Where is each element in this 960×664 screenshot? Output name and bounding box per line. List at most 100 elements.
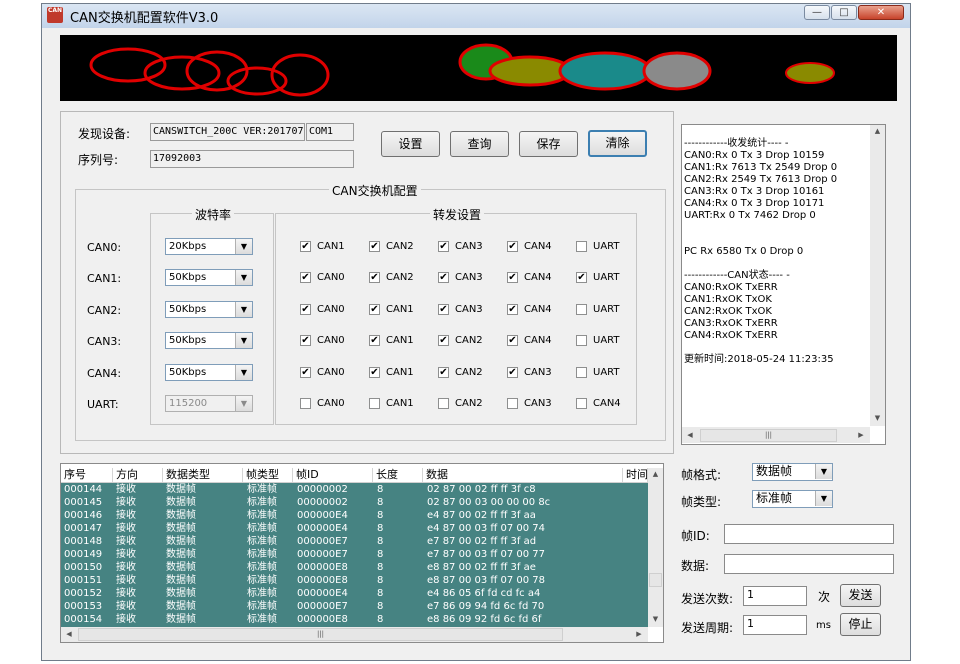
forward-checkbox[interactable] — [300, 398, 311, 409]
data-input[interactable] — [724, 554, 894, 574]
baud-rate-select[interactable]: 50Kbps ▼ — [165, 364, 253, 381]
send-count-input[interactable]: 1 — [743, 586, 807, 606]
chevron-down-icon[interactable]: ▼ — [235, 365, 252, 380]
stats-vertical-scrollbar[interactable] — [870, 125, 885, 426]
forward-checkbox[interactable]: ✔ — [438, 335, 449, 346]
forward-checkbox[interactable] — [576, 304, 587, 315]
column-header[interactable]: 数据类型 — [163, 468, 243, 482]
table-cell: 000000E8 — [297, 614, 348, 625]
chevron-down-icon[interactable]: ▼ — [235, 333, 252, 348]
status-banner — [60, 35, 897, 101]
list-scroll-left-icon[interactable]: ◀ — [63, 628, 75, 640]
table-cell: 000150 — [64, 562, 103, 573]
baud-rate-select[interactable]: 50Kbps ▼ — [165, 332, 253, 349]
table-row[interactable]: 000153 接收 数据帧 标准帧 000000E7 8 e7 86 09 94 fd 6c… — [61, 600, 645, 613]
frame-type-select[interactable]: 标准帧 ▼ — [752, 490, 833, 508]
table-cell: e8 87 00 02 ff ff 3f ae — [427, 562, 536, 573]
forward-checkbox[interactable]: ✔ — [369, 304, 380, 315]
forward-checkbox[interactable]: ✔ — [576, 272, 587, 283]
table-row[interactable]: 000144 接收 数据帧 标准帧 00000002 8 02 87 00 02 ff ff… — [61, 483, 645, 496]
column-header[interactable]: 方向 — [113, 468, 163, 482]
table-row[interactable]: 000150 接收 数据帧 标准帧 000000E8 8 e8 87 00 02 ff ff… — [61, 561, 645, 574]
table-row[interactable]: 000147 接收 数据帧 标准帧 000000E4 8 e4 87 00 03 ff 07… — [61, 522, 645, 535]
list-vertical-scrollbar[interactable] — [648, 468, 663, 627]
chevron-down-icon[interactable]: ▼ — [235, 270, 252, 285]
chevron-down-icon[interactable]: ▼ — [815, 491, 832, 506]
table-row[interactable]: 000149 接收 数据帧 标准帧 000000E7 8 e7 87 00 03 ff 07… — [61, 548, 645, 561]
table-row[interactable]: 000148 接收 数据帧 标准帧 000000E7 8 e7 87 00 02 ff ff… — [61, 535, 645, 548]
baud-rate-select[interactable]: 20Kbps ▼ — [165, 238, 253, 255]
forward-checkbox[interactable]: ✔ — [300, 335, 311, 346]
maximize-button[interactable]: □ — [831, 5, 857, 20]
frame-id-input[interactable] — [724, 524, 894, 544]
column-header[interactable]: 长度 — [373, 468, 423, 482]
table-row[interactable]: 000154 接收 数据帧 标准帧 000000E8 8 e8 86 09 92 fd 6c… — [61, 613, 645, 626]
column-header[interactable]: 数据 — [423, 468, 623, 482]
port-label: CAN2: — [87, 304, 122, 317]
stats-hscroll-thumb[interactable]: ||| — [700, 429, 837, 442]
stop-button[interactable]: 停止 — [840, 613, 881, 636]
close-button[interactable]: ✕ — [858, 5, 904, 20]
minimize-button[interactable]: — — [804, 5, 830, 20]
send-button[interactable]: 发送 — [840, 584, 881, 607]
forward-checkbox[interactable]: ✔ — [300, 367, 311, 378]
column-header[interactable]: 帧类型 — [243, 468, 293, 482]
column-header[interactable]: 序号 — [61, 468, 113, 482]
forward-checkbox[interactable] — [576, 367, 587, 378]
forward-checkbox[interactable] — [576, 398, 587, 409]
checkmark-icon: ✔ — [370, 241, 379, 252]
save-button[interactable]: 保存 — [519, 131, 578, 157]
forward-checkbox[interactable]: ✔ — [507, 335, 518, 346]
table-row[interactable]: 000151 接收 数据帧 标准帧 000000E8 8 e8 87 00 03 ff 07… — [61, 574, 645, 587]
scroll-up-icon[interactable]: ▲ — [870, 125, 885, 139]
forward-checkbox[interactable]: ✔ — [438, 367, 449, 378]
forward-checkbox[interactable]: ✔ — [369, 367, 380, 378]
chevron-down-icon[interactable]: ▼ — [815, 464, 832, 479]
forward-checkbox[interactable]: ✔ — [369, 241, 380, 252]
forward-checkbox[interactable]: ✔ — [507, 304, 518, 315]
forward-checkbox[interactable]: ✔ — [300, 304, 311, 315]
forward-checkbox[interactable] — [507, 398, 518, 409]
list-hscroll-thumb[interactable]: ||| — [78, 628, 563, 641]
baud-rate-select[interactable]: 50Kbps ▼ — [165, 269, 253, 286]
forward-checkbox[interactable]: ✔ — [369, 272, 380, 283]
forward-checkbox[interactable] — [576, 241, 587, 252]
chevron-down-icon[interactable]: ▼ — [235, 302, 252, 317]
column-header[interactable]: 帧ID — [293, 468, 373, 482]
clear-button[interactable]: 清除 — [588, 130, 647, 157]
baud-rate-select[interactable]: 50Kbps ▼ — [165, 301, 253, 318]
table-row[interactable]: 000152 接收 数据帧 标准帧 000000E4 8 e4 86 05 6f fd cd… — [61, 587, 645, 600]
column-header[interactable]: 时间 — [623, 468, 648, 482]
query-button[interactable]: 查询 — [450, 131, 509, 157]
forward-checkbox[interactable]: ✔ — [300, 272, 311, 283]
forward-checkbox[interactable]: ✔ — [300, 241, 311, 252]
table-cell: 8 — [377, 601, 384, 612]
table-row[interactable]: 000145 接收 数据帧 标准帧 00000002 8 02 87 00 03 00 00… — [61, 496, 645, 509]
forward-checkbox[interactable] — [438, 398, 449, 409]
stats-line: CAN0:Rx 0 Tx 3 Drop 10159 — [684, 150, 825, 161]
forward-checkbox[interactable]: ✔ — [507, 272, 518, 283]
forward-checkbox[interactable]: ✔ — [438, 272, 449, 283]
list-scroll-up-icon[interactable]: ▲ — [648, 468, 663, 482]
scroll-left-icon[interactable]: ◀ — [684, 429, 696, 441]
forward-checkbox[interactable] — [576, 335, 587, 346]
forward-checkbox[interactable]: ✔ — [507, 367, 518, 378]
frame-format-select[interactable]: 数据帧 ▼ — [752, 463, 833, 481]
chevron-down-icon[interactable]: ▼ — [235, 239, 252, 254]
forward-checkbox-label: UART — [593, 272, 620, 283]
forward-checkbox[interactable]: ✔ — [369, 335, 380, 346]
table-cell: 02 87 00 02 ff ff 3f c8 — [427, 484, 536, 495]
table-row[interactable]: 000146 接收 数据帧 标准帧 000000E4 8 e4 87 00 02 ff ff… — [61, 509, 645, 522]
forward-checkbox[interactable]: ✔ — [438, 304, 449, 315]
scroll-right-icon[interactable]: ▶ — [855, 429, 867, 441]
send-period-input[interactable]: 1 — [743, 615, 807, 635]
table-cell: 标准帧 — [247, 614, 277, 625]
list-scroll-right-icon[interactable]: ▶ — [633, 628, 645, 640]
forward-checkbox[interactable] — [369, 398, 380, 409]
list-vscroll-thumb[interactable] — [649, 573, 662, 587]
forward-checkbox[interactable]: ✔ — [507, 241, 518, 252]
scroll-down-icon[interactable]: ▼ — [870, 412, 885, 426]
forward-checkbox[interactable]: ✔ — [438, 241, 449, 252]
list-scroll-down-icon[interactable]: ▼ — [648, 613, 663, 627]
settings-button[interactable]: 设置 — [381, 131, 440, 157]
